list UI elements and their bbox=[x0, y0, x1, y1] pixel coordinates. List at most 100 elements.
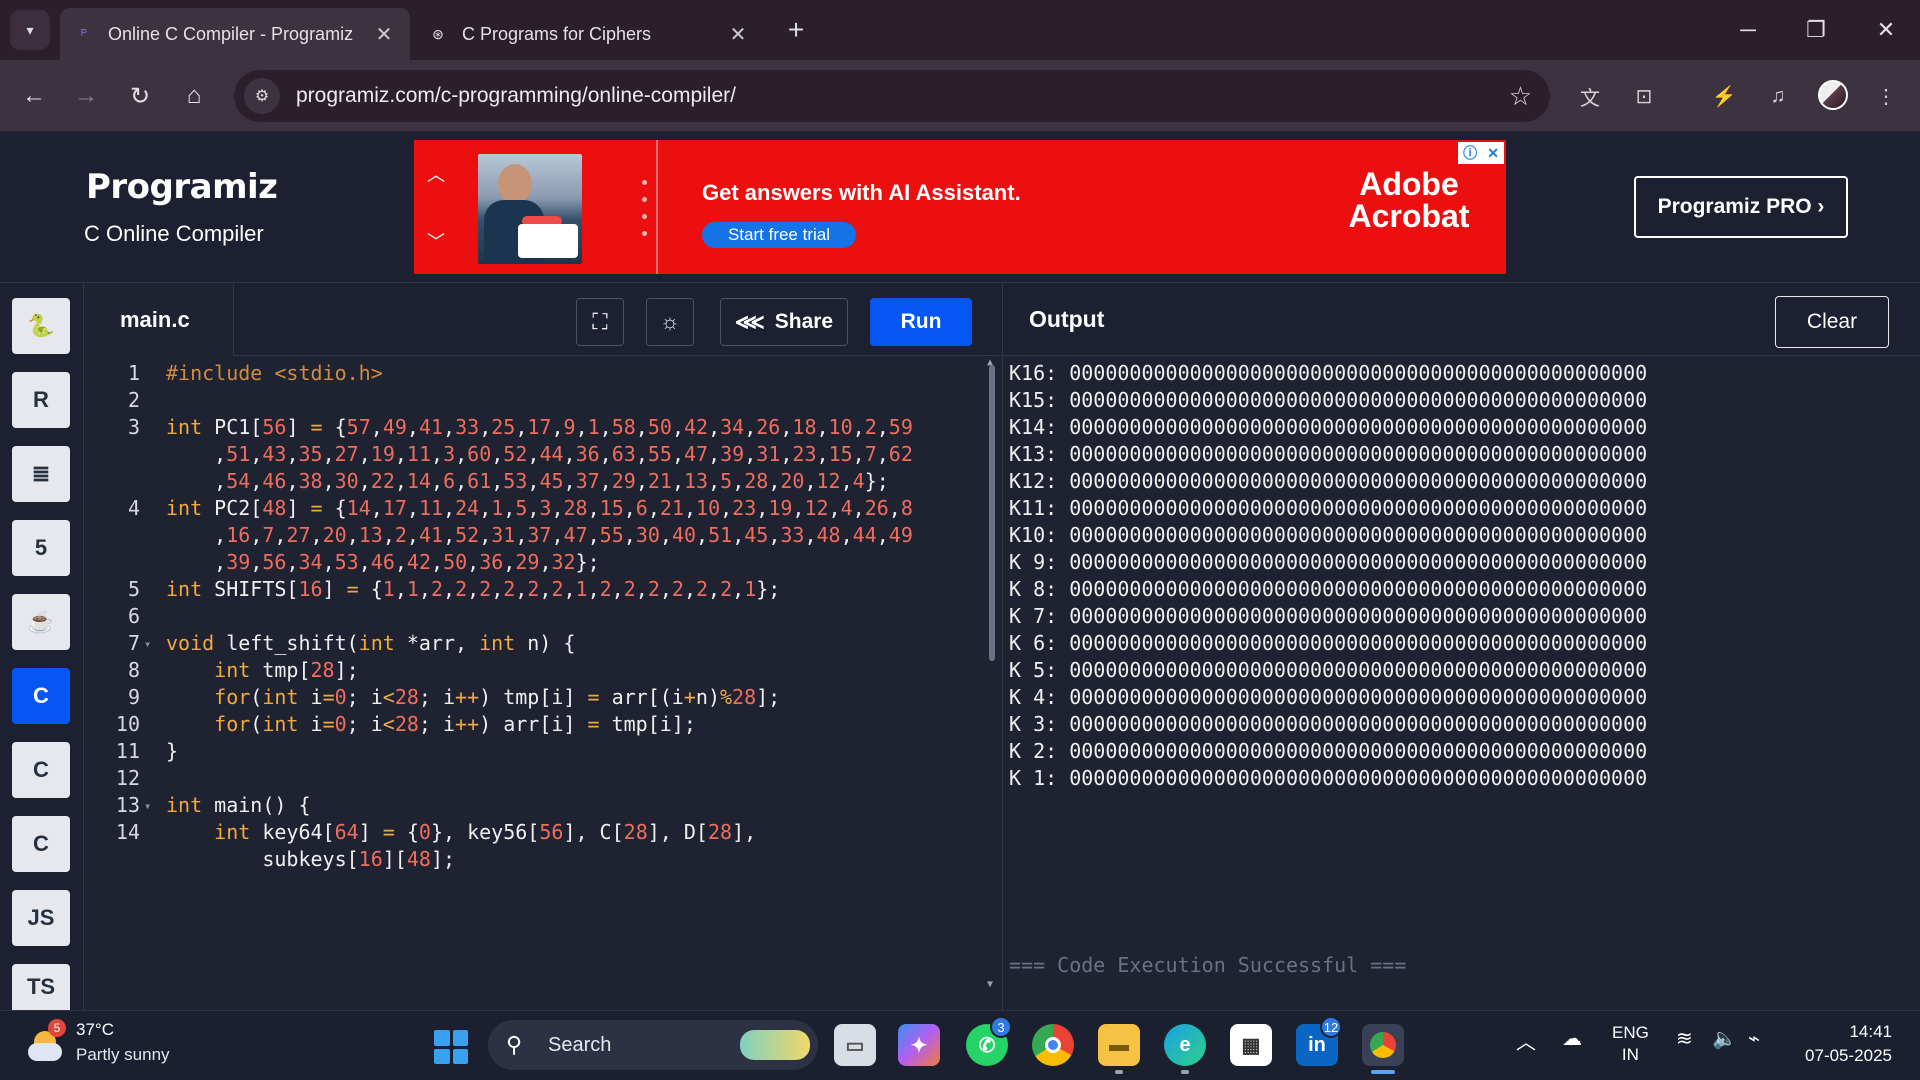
ad-choices[interactable]: ⓘ ✕ bbox=[1458, 142, 1504, 164]
programiz-favicon-icon: ᴾ bbox=[81, 26, 87, 42]
fullscreen-icon[interactable]: ⛶ bbox=[576, 298, 624, 346]
close-window-icon[interactable]: ✕ bbox=[1866, 12, 1906, 48]
file-tab[interactable]: main.c bbox=[84, 284, 234, 356]
code-line[interactable]: for(int i=0; i<28; i++) tmp[i] = arr[(i+… bbox=[166, 685, 780, 709]
typescript-icon[interactable]: TS bbox=[12, 964, 70, 1010]
line-number: 4 bbox=[127, 496, 140, 520]
javascript-icon[interactable]: JS bbox=[12, 890, 70, 946]
editor-scrollbar[interactable] bbox=[989, 365, 995, 661]
battery-charging-icon[interactable]: ⌁ bbox=[1748, 1026, 1760, 1051]
fold-toggle-icon[interactable]: ▾ bbox=[144, 637, 151, 651]
chevron-down-icon[interactable]: ﹀ bbox=[427, 228, 445, 254]
bookmark-star-icon[interactable]: ☆ bbox=[1509, 81, 1532, 112]
chevron-up-icon[interactable]: ︿ bbox=[427, 161, 445, 187]
code-line[interactable]: int PC1[56] = {57,49,41,33,25,17,9,1,58,… bbox=[166, 415, 913, 439]
tab-title: C Programs for Ciphers bbox=[462, 23, 652, 44]
code-editor[interactable]: 1 #include <stdio.h> 2 3 int PC1[56] = {57,4… bbox=[84, 357, 1002, 1010]
performance-icon[interactable]: ⚡ bbox=[1706, 78, 1742, 114]
chrome-icon[interactable] bbox=[1032, 1024, 1074, 1066]
clear-button[interactable]: Clear bbox=[1775, 296, 1889, 348]
c-language-icon[interactable]: C bbox=[12, 668, 70, 724]
ad-banner[interactable]: ︿ ﹀ Get answers with AI Assistant. Start… bbox=[414, 140, 1506, 274]
media-controls-icon[interactable]: ♫ bbox=[1760, 78, 1796, 114]
ad-cta-button[interactable]: Start free trial bbox=[702, 222, 856, 248]
html5-icon[interactable]: 5 bbox=[12, 520, 70, 576]
line-number: 1 bbox=[127, 361, 140, 385]
code-line[interactable]: int key64[64] = {0}, key56[56], C[28], D… bbox=[166, 820, 756, 844]
taskbar-search[interactable]: ⚲ Search bbox=[488, 1020, 818, 1070]
minimize-icon[interactable]: ─ bbox=[1728, 12, 1768, 48]
java-icon[interactable]: ☕ bbox=[12, 594, 70, 650]
output-console: K16: 00000000000000000000000000000000000… bbox=[1002, 357, 1920, 1010]
tab-close-icon[interactable]: ✕ bbox=[726, 22, 750, 47]
profile-avatar[interactable] bbox=[1818, 80, 1848, 110]
chrome-profile-icon[interactable] bbox=[1362, 1024, 1404, 1066]
browser-tab[interactable]: ⊛ C Programs for Ciphers ✕ bbox=[414, 8, 764, 60]
restore-icon[interactable]: ❐ bbox=[1796, 12, 1836, 48]
browser-tab-active[interactable]: ᴾ Online C Compiler - Programiz ✕ bbox=[60, 8, 410, 60]
fold-toggle-icon[interactable]: ▾ bbox=[144, 799, 151, 813]
csharp-icon[interactable]: C bbox=[12, 816, 70, 872]
site-info-icon[interactable]: ⚙ bbox=[244, 78, 280, 114]
edge-icon[interactable]: e bbox=[1164, 1024, 1206, 1066]
code-line[interactable]: int main() { bbox=[166, 793, 311, 817]
url-text[interactable]: programiz.com/c-programming/online-compi… bbox=[296, 84, 1509, 108]
code-line[interactable]: ,51,43,35,27,19,11,3,60,52,44,36,63,55,4… bbox=[166, 442, 913, 466]
output-line: K16: 00000000000000000000000000000000000… bbox=[1009, 361, 1648, 385]
microsoft-store-icon[interactable]: ▦ bbox=[1230, 1024, 1272, 1066]
ad-info-icon[interactable]: ⓘ bbox=[1463, 143, 1477, 163]
new-tab-icon[interactable]: + bbox=[780, 14, 812, 46]
show-hidden-icons-chevron-icon[interactable]: ︿ bbox=[1516, 1026, 1536, 1055]
weather-description[interactable]: Partly sunny bbox=[76, 1045, 170, 1065]
code-line[interactable]: ,16,7,27,20,13,2,41,52,31,37,47,55,30,40… bbox=[166, 523, 913, 547]
wifi-icon[interactable]: ≋ bbox=[1676, 1026, 1693, 1051]
sql-database-icon[interactable]: ≣ bbox=[12, 446, 70, 502]
ad-pagination-dots bbox=[642, 180, 650, 236]
code-line[interactable]: ,54,46,38,30,22,14,6,61,53,45,37,29,21,1… bbox=[166, 469, 889, 493]
share-button[interactable]: ⋘ Share bbox=[720, 298, 848, 346]
ad-carousel-nav[interactable]: ︿ ﹀ bbox=[414, 140, 458, 274]
line-number: 5 bbox=[127, 577, 140, 601]
run-button[interactable]: Run bbox=[870, 298, 972, 346]
windows-start-icon[interactable] bbox=[434, 1030, 468, 1064]
file-explorer-icon[interactable]: ▬ bbox=[1098, 1024, 1140, 1066]
code-line[interactable]: int PC2[48] = {14,17,11,24,1,5,3,28,15,6… bbox=[166, 496, 913, 520]
code-line[interactable]: int SHIFTS[16] = {1,1,2,2,2,2,2,2,1,2,2,… bbox=[166, 577, 780, 601]
task-view-icon[interactable]: ▭ bbox=[834, 1024, 876, 1066]
python-icon[interactable]: 🐍 bbox=[12, 298, 70, 354]
forward-icon[interactable]: → bbox=[68, 78, 104, 114]
screenshot-icon[interactable]: ⊡ bbox=[1626, 78, 1662, 114]
running-indicator bbox=[1181, 1070, 1189, 1074]
theme-toggle-icon[interactable]: ☼ bbox=[646, 298, 694, 346]
output-line: K 9: 00000000000000000000000000000000000… bbox=[1009, 550, 1648, 574]
code-line[interactable]: } bbox=[166, 739, 178, 763]
input-language-indicator[interactable]: ENG IN bbox=[1612, 1022, 1649, 1066]
cpp-icon[interactable]: C bbox=[12, 742, 70, 798]
code-line[interactable]: void left_shift(int *arr, int n) { bbox=[166, 631, 575, 655]
home-icon[interactable]: ⌂ bbox=[176, 78, 212, 114]
onedrive-icon[interactable]: ☁ bbox=[1562, 1026, 1582, 1051]
menu-dots-icon[interactable]: ⋮ bbox=[1868, 78, 1904, 114]
code-line[interactable]: for(int i=0; i<28; i++) arr[i] = tmp[i]; bbox=[166, 712, 696, 736]
reload-icon[interactable]: ↻ bbox=[122, 78, 158, 114]
volume-icon[interactable]: 🔈 bbox=[1712, 1026, 1737, 1051]
r-language-icon[interactable]: R bbox=[12, 372, 70, 428]
ad-close-icon[interactable]: ✕ bbox=[1487, 145, 1499, 162]
tab-close-icon[interactable]: ✕ bbox=[372, 22, 396, 47]
back-icon[interactable]: ← bbox=[16, 78, 52, 114]
code-line[interactable]: #include <stdio.h> bbox=[166, 361, 383, 385]
address-bar[interactable]: ⚙ programiz.com/c-programming/online-com… bbox=[234, 70, 1550, 122]
line-number: 7 bbox=[127, 631, 140, 655]
copilot-icon[interactable]: ✦ bbox=[898, 1024, 940, 1066]
system-clock[interactable]: 14:41 07-05-2025 bbox=[1792, 1020, 1892, 1068]
clock-date: 07-05-2025 bbox=[1805, 1046, 1892, 1065]
code-line[interactable]: ,39,56,34,53,46,42,50,36,29,32}; bbox=[166, 550, 600, 574]
scroll-down-icon[interactable]: ▼ bbox=[987, 979, 993, 990]
weather-temperature[interactable]: 37°C bbox=[76, 1020, 114, 1040]
tab-search-chevron-icon[interactable]: ▾ bbox=[10, 10, 50, 50]
translate-icon[interactable]: 文 bbox=[1572, 78, 1608, 114]
programiz-pro-button[interactable]: Programiz PRO › bbox=[1634, 176, 1848, 238]
code-line[interactable]: subkeys[16][48]; bbox=[166, 847, 455, 871]
programiz-logo[interactable]: Programiz bbox=[86, 167, 278, 207]
code-line[interactable]: int tmp[28]; bbox=[166, 658, 359, 682]
